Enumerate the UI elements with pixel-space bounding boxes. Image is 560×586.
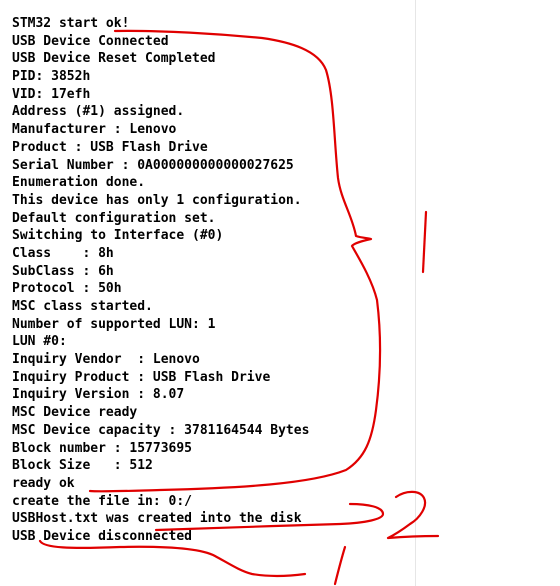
terminal-line: MSC class started. xyxy=(12,299,153,314)
terminal-output-window: STM32 start ok! USB Device Connected USB D… xyxy=(0,0,416,586)
terminal-line: Serial Number : 0A000000000000027625 xyxy=(12,157,294,173)
terminal-line: Default configuration set. xyxy=(12,210,216,226)
terminal-line: Address (#1) assigned. xyxy=(12,104,185,120)
terminal-line: This device has only 1 configuration. xyxy=(12,192,302,208)
terminal-line: Enumeration done. xyxy=(12,175,146,191)
terminal-line: MSC Device capacity : 3781164544 Bytes xyxy=(12,422,310,438)
terminal-line: Inquiry Vendor : Lenovo xyxy=(12,352,200,368)
terminal-line: Product : USB Flash Drive xyxy=(12,139,208,155)
terminal-line: Inquiry Product : USB Flash Drive xyxy=(12,369,271,385)
terminal-line: ready ok xyxy=(12,475,75,491)
terminal-line: LUN #0: xyxy=(12,334,67,350)
annotation-vertical-stroke xyxy=(421,210,428,274)
terminal-line: MSC Device ready xyxy=(12,405,138,421)
terminal-line: Block Size : 512 xyxy=(12,458,153,474)
terminal-line: USBHost.txt was created into the disk xyxy=(12,511,302,527)
terminal-line: Switching to Interface (#0) xyxy=(12,228,224,244)
terminal-line: Block number : 15773695 xyxy=(12,440,193,456)
terminal-line: create the file in: 0:/ xyxy=(12,493,193,509)
terminal-line: Number of supported LUN: 1 xyxy=(12,316,216,332)
terminal-line: PID: 3852h xyxy=(12,69,91,85)
terminal-line: USB Device Connected xyxy=(12,33,169,49)
terminal-line: Inquiry Version : 8.07 xyxy=(12,387,185,403)
terminal-line: Manufacturer : Lenovo xyxy=(12,122,177,138)
terminal-line: Class : 8h xyxy=(12,245,114,261)
terminal-line: SubClass : 6h xyxy=(12,263,114,279)
screenshot-canvas: STM32 start ok! USB Device Connected USB D… xyxy=(0,0,560,586)
terminal-line: USB Device disconnected xyxy=(12,528,193,544)
terminal-line: VID: 17efh xyxy=(12,86,91,102)
terminal-line: STM32 start ok! xyxy=(12,16,130,31)
terminal-line: Protocol : 50h xyxy=(12,281,122,297)
terminal-line: USB Device Reset Completed xyxy=(12,51,216,67)
terminal-log: STM32 start ok! USB Device Connected USB D… xyxy=(12,15,309,546)
